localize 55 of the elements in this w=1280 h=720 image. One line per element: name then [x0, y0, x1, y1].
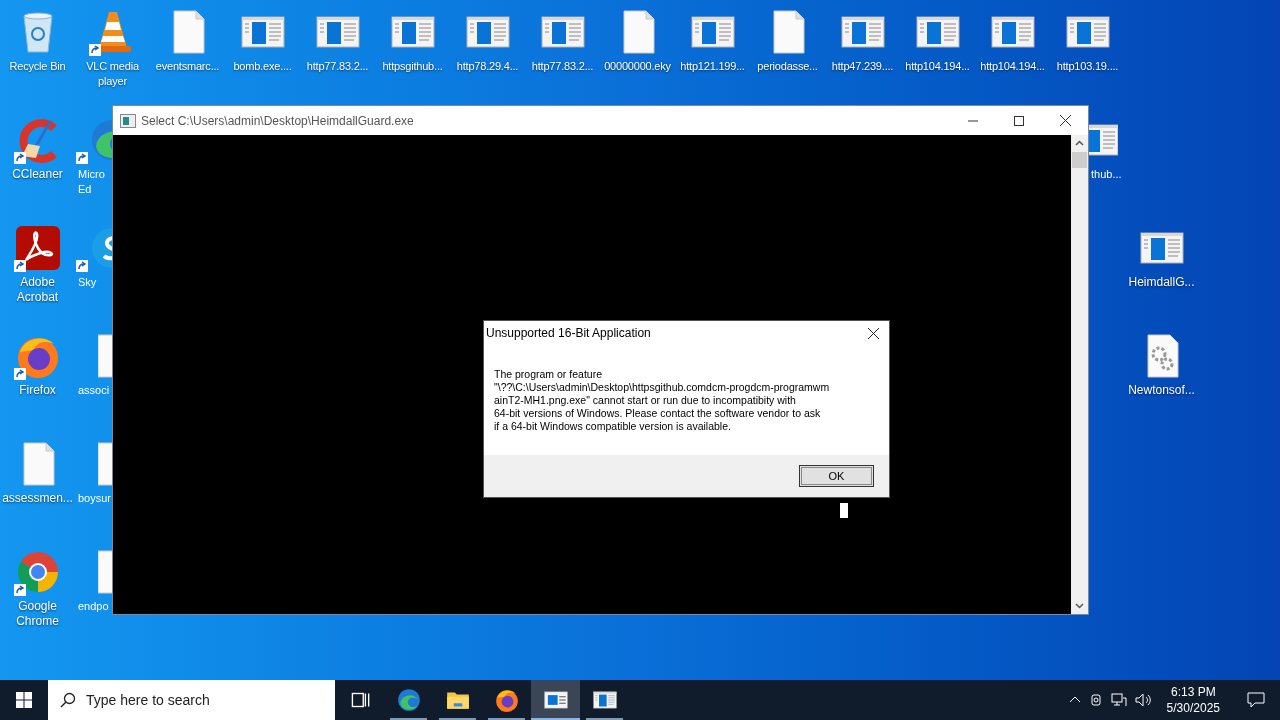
- scrollbar[interactable]: [1071, 135, 1088, 614]
- icon-label[interactable]: http47.239....: [825, 59, 900, 74]
- close-icon: [867, 327, 879, 339]
- icon-label[interactable]: http104.194...: [975, 59, 1050, 74]
- icon-label[interactable]: Google Chrome: [0, 599, 75, 629]
- search-icon: [60, 692, 76, 708]
- shortcut-arrow-icon: [76, 260, 88, 272]
- edge-icon: [395, 687, 422, 713]
- icon-label[interactable]: httpsgithub...: [375, 59, 450, 74]
- icon-label[interactable]: eventsmarc...: [150, 59, 225, 74]
- icon-label[interactable]: http77.83.2...: [300, 59, 375, 74]
- windows-logo-icon: [16, 692, 32, 708]
- clock-time[interactable]: 6:13 PM: [1170, 684, 1216, 700]
- icon-label[interactable]: periodasse...: [750, 59, 825, 74]
- console-icon: [120, 113, 136, 128]
- icon-label[interactable]: bomb.exe....: [225, 59, 300, 74]
- search-input[interactable]: Type here to search: [86, 689, 306, 711]
- icon-label[interactable]: CCleaner: [0, 167, 75, 182]
- speech-bubble-icon: [1247, 692, 1265, 708]
- icon-label[interactable]: http121.199...: [675, 59, 750, 74]
- close-icon: [1059, 115, 1071, 126]
- icon-label[interactable]: http103.19....: [1050, 59, 1125, 74]
- search-field[interactable]: Type here to search: [48, 680, 335, 720]
- error-message: The program or feature "\??\C:\Users\admin\Desktop\httpsgithub.comdcm-progdcm-programwm ainT2-MH1.png.exe" cannot start or run due to incompatibity with 64-bit versions of Windows. Please contact the software vendor to ask if a 64-bit Windows compatible version is available.: [494, 368, 831, 433]
- icon-label[interactable]: assessmen...: [0, 491, 75, 506]
- window-title: Select C:\Users\admin\Desktop\HeimdallGuard.exe: [141, 112, 414, 130]
- icon-label[interactable]: Sky: [76, 275, 97, 290]
- icon-label[interactable]: Recycle Bin: [0, 59, 75, 74]
- icon-label[interactable]: VLC media player: [75, 59, 150, 89]
- icon-label[interactable]: boysur: [76, 491, 112, 506]
- icon-label[interactable]: associ: [76, 383, 110, 398]
- icon-label[interactable]: thub...: [1089, 167, 1122, 182]
- clock-date[interactable]: 5/30/2025: [1166, 700, 1220, 716]
- text-cursor: [840, 503, 848, 518]
- icon-label[interactable]: Newtonsof...: [1124, 383, 1199, 398]
- icon-label[interactable]: Adobe Acrobat: [0, 275, 75, 305]
- icon-label[interactable]: http78.29.4...: [450, 59, 525, 74]
- icon-label[interactable]: Micro Ed: [76, 167, 105, 197]
- acrobat-icon: [13, 224, 62, 272]
- icon-label[interactable]: 00000000.eky: [600, 59, 675, 74]
- scroll-thumb[interactable]: [1072, 152, 1087, 168]
- device-icon[interactable]: [1088, 693, 1103, 707]
- dialog-title: Unsupported 16-Bit Application: [486, 325, 651, 342]
- network-icon[interactable]: [1110, 693, 1127, 707]
- icon-label[interactable]: HeimdallG...: [1124, 275, 1199, 290]
- speaker-icon[interactable]: [1134, 693, 1153, 707]
- shortcut-arrow-icon: [76, 152, 88, 164]
- icon-label[interactable]: endpo: [76, 599, 109, 614]
- ok-button[interactable]: OK: [799, 465, 874, 487]
- icon-label[interactable]: Firefox: [0, 383, 75, 398]
- maximize-icon: [1014, 115, 1024, 126]
- taskbar-app-button[interactable]: [531, 680, 580, 720]
- icon-label[interactable]: http104.194...: [900, 59, 975, 74]
- icon-label[interactable]: http77.83.2...: [525, 59, 600, 74]
- firefox-icon: [493, 687, 520, 713]
